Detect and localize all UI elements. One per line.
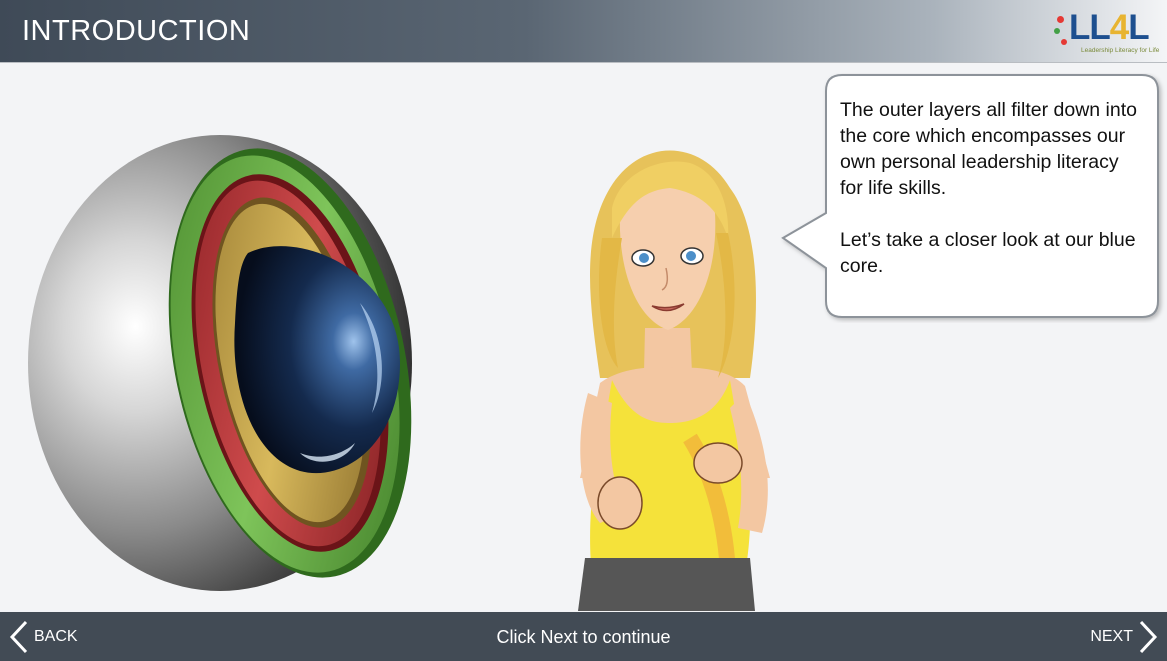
next-label: NEXT bbox=[1090, 627, 1133, 645]
header-bar: INTRODUCTION LL4L Leadership Literacy fo… bbox=[0, 0, 1167, 63]
presenter-character bbox=[578, 150, 770, 611]
logo-tagline: Leadership Literacy for Life bbox=[1081, 47, 1160, 54]
bubble-paragraph-2: Let’s take a closer look at our blue cor… bbox=[840, 229, 1136, 277]
layered-sphere-illustration bbox=[28, 135, 412, 591]
footer-bar: BACK Click Next to continue NEXT bbox=[0, 612, 1167, 661]
ll4l-logo: LL4L Leadership Literacy for Life bbox=[1051, 6, 1161, 58]
grey-pants bbox=[578, 558, 755, 611]
speech-bubble-text: The outer layers all filter down into th… bbox=[840, 97, 1145, 305]
page-title: INTRODUCTION bbox=[22, 15, 251, 47]
continue-instruction: Click Next to continue bbox=[496, 627, 671, 647]
logo-wordmark: LL4L bbox=[1069, 8, 1150, 47]
bubble-paragraph-1: The outer layers all filter down into th… bbox=[840, 99, 1137, 199]
next-button[interactable]: NEXT bbox=[1090, 612, 1159, 661]
chevron-right-icon bbox=[1139, 620, 1158, 653]
